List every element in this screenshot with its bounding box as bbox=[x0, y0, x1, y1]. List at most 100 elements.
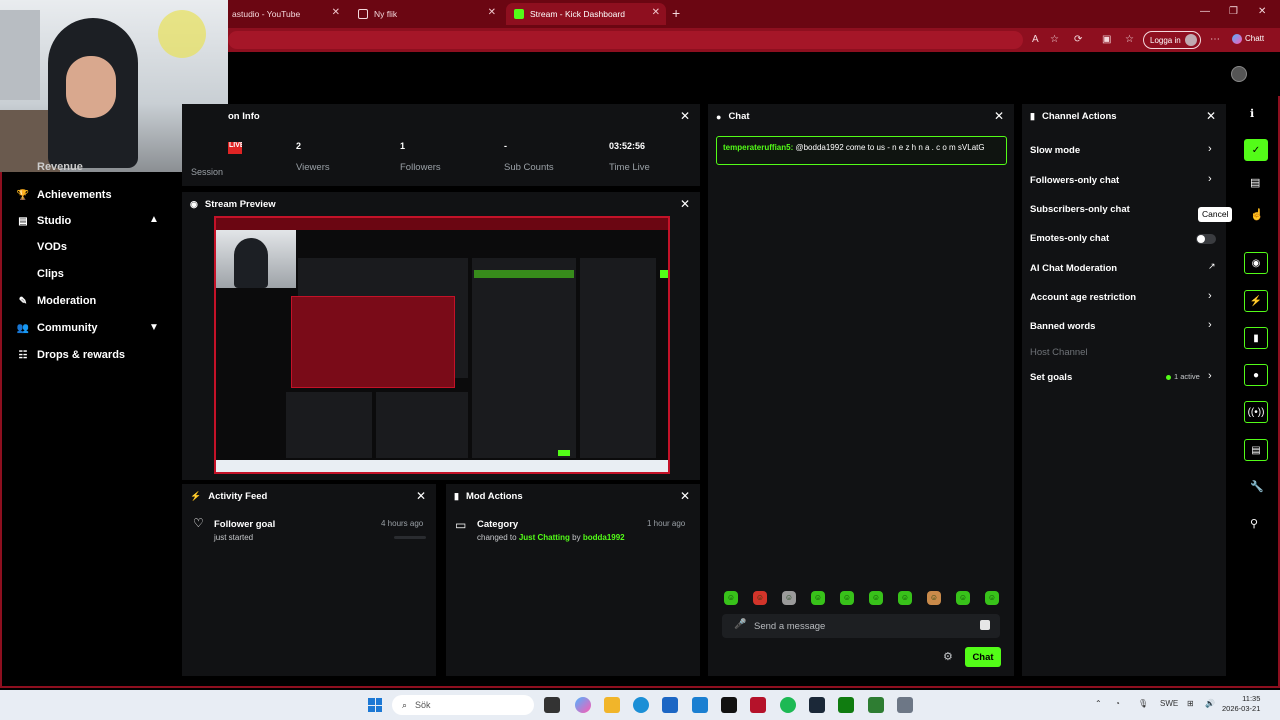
info-icon[interactable]: ℹ bbox=[1250, 107, 1254, 120]
login-button[interactable]: Logga in bbox=[1143, 31, 1201, 49]
user-link[interactable]: bodda1992 bbox=[583, 533, 625, 542]
emote-icon[interactable]: ☺ bbox=[927, 591, 941, 605]
share-icon[interactable]: ⚲ bbox=[1250, 517, 1258, 530]
sidebar-item-achievements[interactable]: 🏆 Achievements bbox=[16, 187, 112, 203]
sidebar-item-moderation[interactable]: ✎ Moderation bbox=[16, 293, 96, 309]
close-icon[interactable]: ✕ bbox=[416, 489, 426, 503]
action-slow-mode[interactable]: Slow mode bbox=[1030, 145, 1080, 156]
rail-check-button[interactable]: ✓ bbox=[1244, 139, 1268, 161]
copilot-chat-button[interactable]: Chatt bbox=[1232, 34, 1264, 44]
microphone-icon[interactable]: 🎤 bbox=[734, 619, 746, 630]
taskbar-search[interactable]: ⌕ Sök bbox=[392, 695, 534, 715]
rail-broadcast-button[interactable]: ((•)) bbox=[1244, 401, 1268, 423]
sidebar-item-community[interactable]: 👥 Community bbox=[16, 320, 98, 336]
sidebar-item-drops-rewards[interactable]: ☷ Drops & rewards bbox=[16, 347, 126, 363]
chat-send-button[interactable]: Chat bbox=[965, 647, 1001, 667]
category-link[interactable]: Just Chatting bbox=[519, 533, 570, 542]
rail-activity-button[interactable]: ⚡ bbox=[1244, 290, 1268, 312]
close-icon[interactable]: ✕ bbox=[680, 489, 690, 503]
wifi-icon[interactable]: ◔ bbox=[1115, 699, 1120, 708]
close-tab-icon[interactable]: ✕ bbox=[488, 7, 496, 18]
action-subscribers-only[interactable]: Subscribers-only chat bbox=[1030, 204, 1130, 215]
sidebar-item-studio[interactable]: ▤ Studio bbox=[16, 213, 71, 229]
settings-gear-icon[interactable] bbox=[897, 697, 913, 713]
rail-mod-button[interactable]: ▮ bbox=[1244, 327, 1268, 349]
edge-icon[interactable] bbox=[633, 697, 649, 713]
sidebar-item-vods[interactable]: VODs bbox=[37, 241, 67, 253]
spotify-icon[interactable] bbox=[780, 697, 796, 713]
tab-youtube[interactable]: astudio - YouTube ✕ bbox=[224, 3, 346, 25]
emote-icon[interactable]: ☺ bbox=[985, 591, 999, 605]
emote-icon[interactable]: ☺ bbox=[869, 591, 883, 605]
rail-preview-button[interactable]: ◉ bbox=[1244, 252, 1268, 274]
chat-settings-gear-icon[interactable]: ⚙ bbox=[943, 650, 953, 663]
rail-chat-button[interactable]: ● bbox=[1244, 364, 1268, 386]
chevron-up-icon[interactable]: ▲ bbox=[149, 214, 159, 225]
chat-message-input[interactable] bbox=[754, 614, 974, 638]
tiktok-icon[interactable] bbox=[721, 697, 737, 713]
emote-icon[interactable]: ☺ bbox=[811, 591, 825, 605]
windows-start-icon[interactable] bbox=[368, 698, 382, 712]
emotes-only-toggle[interactable] bbox=[1196, 234, 1216, 244]
chevron-down-icon[interactable]: ▼ bbox=[149, 322, 159, 333]
steam-icon[interactable] bbox=[809, 697, 825, 713]
stream-preview-video[interactable] bbox=[214, 216, 670, 474]
volume-icon[interactable]: 🔊 bbox=[1205, 699, 1215, 708]
app-icon[interactable] bbox=[868, 697, 884, 713]
close-tab-icon[interactable]: ✕ bbox=[332, 7, 340, 18]
microphone-icon[interactable]: 🎙 bbox=[1138, 699, 1148, 708]
emote-icon[interactable]: ☺ bbox=[840, 591, 854, 605]
keyboard-language[interactable]: SWE bbox=[1160, 699, 1178, 708]
file-explorer-icon[interactable] bbox=[604, 697, 620, 713]
action-set-goals[interactable]: Set goals bbox=[1030, 372, 1072, 383]
favorites-icon[interactable]: ☆ bbox=[1125, 34, 1134, 45]
chevron-right-icon[interactable]: › bbox=[1208, 370, 1212, 382]
url-field[interactable] bbox=[228, 31, 1023, 49]
taskview-icon[interactable] bbox=[544, 697, 560, 713]
new-tab-icon[interactable]: + bbox=[672, 5, 680, 21]
taskbar-clock[interactable]: 11:35 2026-03-21 bbox=[1222, 694, 1260, 714]
close-icon[interactable]: ✕ bbox=[994, 109, 1004, 123]
store-icon[interactable] bbox=[662, 697, 678, 713]
close-window-icon[interactable]: ✕ bbox=[1258, 6, 1266, 17]
close-icon[interactable]: ✕ bbox=[680, 197, 690, 211]
sidebar-item-clips[interactable]: Clips bbox=[37, 268, 64, 280]
tab-new-tab[interactable]: Ny flik ✕ bbox=[350, 3, 502, 25]
chevron-right-icon[interactable]: › bbox=[1208, 319, 1212, 331]
favorite-star-icon[interactable]: ☆ bbox=[1050, 34, 1059, 45]
action-account-age[interactable]: Account age restriction bbox=[1030, 292, 1136, 303]
emote-icon[interactable]: ☺ bbox=[724, 591, 738, 605]
app-icon[interactable] bbox=[750, 697, 766, 713]
external-link-icon[interactable]: ↗ bbox=[1208, 261, 1216, 272]
tab-kick-dashboard[interactable]: Stream - Kick Dashboard ✕ bbox=[506, 3, 666, 25]
outlook-icon[interactable] bbox=[692, 697, 708, 713]
network-icon[interactable]: ⊞ bbox=[1187, 699, 1194, 708]
wrench-icon[interactable]: 🔧 bbox=[1250, 480, 1264, 493]
emote-icon[interactable]: ☺ bbox=[782, 591, 796, 605]
extension-icon[interactable]: ⟳ bbox=[1074, 34, 1082, 45]
rail-actions-button[interactable]: ▤ bbox=[1244, 439, 1268, 461]
copilot-icon[interactable] bbox=[575, 697, 591, 713]
emote-icon[interactable]: ☺ bbox=[956, 591, 970, 605]
tray-expand-icon[interactable]: ⌃ bbox=[1095, 699, 1102, 708]
more-menu-icon[interactable]: ⋯ bbox=[1210, 34, 1220, 45]
action-ai-chat-moderation[interactable]: AI Chat Moderation bbox=[1030, 263, 1117, 274]
chevron-right-icon[interactable]: › bbox=[1208, 143, 1212, 155]
action-emotes-only[interactable]: Emotes-only chat bbox=[1030, 233, 1109, 244]
chat-username[interactable]: temperateruffian5: bbox=[723, 143, 793, 152]
read-aloud-icon[interactable]: A bbox=[1032, 34, 1039, 45]
user-avatar[interactable] bbox=[1231, 66, 1247, 82]
close-icon[interactable]: ✕ bbox=[1206, 109, 1216, 123]
emoji-picker-icon[interactable] bbox=[980, 620, 990, 630]
emote-icon[interactable]: ☺ bbox=[753, 591, 767, 605]
xbox-icon[interactable] bbox=[838, 697, 854, 713]
sidebar-item-revenue[interactable]: Revenue bbox=[37, 160, 83, 174]
close-icon[interactable]: ✕ bbox=[680, 109, 690, 123]
chat-message[interactable]: temperateruffian5: @bodda1992 come to us… bbox=[716, 136, 1007, 165]
chevron-right-icon[interactable]: › bbox=[1208, 173, 1212, 185]
action-followers-only[interactable]: Followers-only chat bbox=[1030, 175, 1119, 186]
layout-icon[interactable]: ▤ bbox=[1250, 176, 1260, 189]
collections-icon[interactable]: ▣ bbox=[1102, 34, 1111, 45]
emote-icon[interactable]: ☺ bbox=[898, 591, 912, 605]
restore-icon[interactable]: ❐ bbox=[1229, 6, 1238, 17]
